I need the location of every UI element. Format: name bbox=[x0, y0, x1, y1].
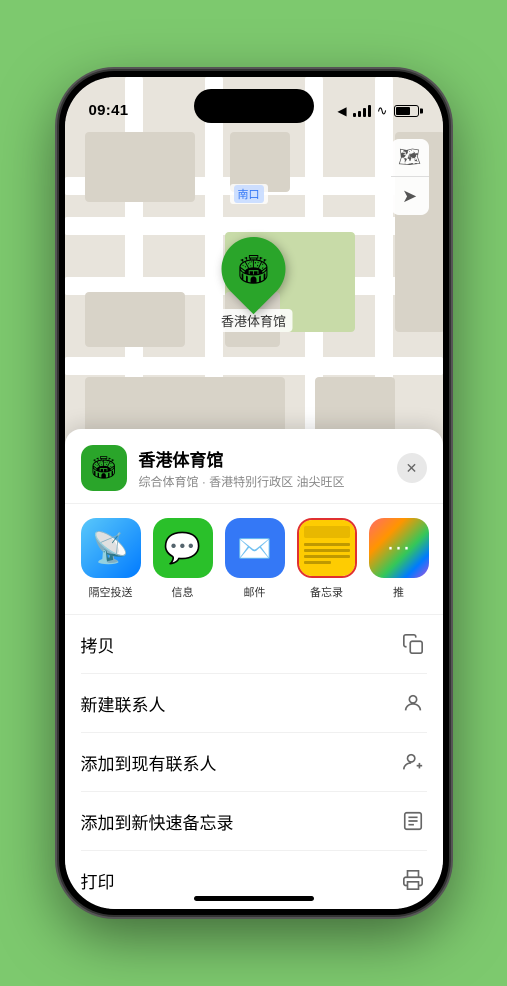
mail-icon: ✉️ bbox=[225, 518, 285, 578]
location-icon: ◀ bbox=[337, 104, 346, 118]
action-copy-label: 拷贝 bbox=[81, 632, 115, 657]
pin-icon: 🏟 bbox=[236, 253, 272, 286]
venue-icon: 🏟 bbox=[81, 445, 127, 491]
location-arrow-icon: ➤ bbox=[402, 186, 417, 207]
action-new-contact-label: 新建联系人 bbox=[81, 691, 166, 716]
airdrop-icon: 📡 bbox=[81, 518, 141, 578]
sheet-header: 🏟 香港体育馆 综合体育馆 · 香港特别行政区 油尖旺区 ✕ bbox=[65, 445, 443, 504]
venue-name: 香港体育馆 bbox=[139, 446, 397, 471]
notes-icon bbox=[297, 518, 357, 578]
airdrop-label: 隔空投送 bbox=[89, 584, 133, 600]
mail-label: 邮件 bbox=[244, 584, 266, 600]
phone-screen: 09:41 ◀ ∿ bbox=[65, 77, 443, 909]
action-add-contact-label: 添加到现有联系人 bbox=[81, 750, 217, 775]
location-pin: 🏟 香港体育馆 bbox=[215, 237, 292, 332]
status-time: 09:41 bbox=[89, 102, 129, 119]
copy-icon bbox=[399, 630, 427, 658]
map-layer-button[interactable]: 🗺 bbox=[391, 139, 429, 177]
action-quick-note-label: 添加到新快速备忘录 bbox=[81, 809, 234, 834]
phone-frame: 09:41 ◀ ∿ bbox=[59, 71, 449, 915]
bottom-sheet: 🏟 香港体育馆 综合体育馆 · 香港特别行政区 油尖旺区 ✕ 📡 隔空投送 bbox=[65, 429, 443, 909]
action-copy[interactable]: 拷贝 bbox=[81, 615, 427, 674]
action-add-contact[interactable]: 添加到现有联系人 bbox=[81, 733, 427, 792]
share-mail[interactable]: ✉️ 邮件 bbox=[225, 518, 285, 600]
share-row: 📡 隔空投送 💬 信息 ✉️ 邮件 bbox=[65, 504, 443, 615]
share-airdrop[interactable]: 📡 隔空投送 bbox=[81, 518, 141, 600]
venue-emoji: 🏟 bbox=[90, 455, 118, 481]
close-button[interactable]: ✕ bbox=[397, 453, 427, 483]
more-label: 推 bbox=[393, 584, 404, 600]
map-controls: 🗺 ➤ bbox=[391, 139, 429, 215]
location-button[interactable]: ➤ bbox=[391, 177, 429, 215]
signal-bars bbox=[353, 105, 371, 117]
map-label-south: 南口 bbox=[230, 184, 268, 204]
pin-circle: 🏟 bbox=[208, 224, 299, 315]
map-layer-icon: 🗺 bbox=[398, 147, 421, 168]
status-icons: ◀ ∿ bbox=[337, 103, 418, 119]
action-list: 拷贝 新建联系人 bbox=[65, 615, 443, 909]
new-contact-icon bbox=[399, 689, 427, 717]
notes-label: 备忘录 bbox=[310, 584, 343, 600]
dynamic-island bbox=[194, 89, 314, 123]
action-new-contact[interactable]: 新建联系人 bbox=[81, 674, 427, 733]
print-icon bbox=[399, 866, 427, 894]
home-indicator bbox=[194, 896, 314, 901]
messages-label: 信息 bbox=[172, 584, 194, 600]
quick-note-icon bbox=[399, 807, 427, 835]
add-contact-icon bbox=[399, 748, 427, 776]
battery-icon bbox=[394, 105, 419, 117]
share-notes[interactable]: 备忘录 bbox=[297, 518, 357, 600]
share-more[interactable]: ··· 推 bbox=[369, 518, 429, 600]
action-quick-note[interactable]: 添加到新快速备忘录 bbox=[81, 792, 427, 851]
wifi-icon: ∿ bbox=[377, 103, 388, 119]
close-icon: ✕ bbox=[406, 460, 418, 477]
messages-icon: 💬 bbox=[153, 518, 213, 578]
action-print-label: 打印 bbox=[81, 868, 115, 893]
more-icon: ··· bbox=[369, 518, 429, 578]
venue-info: 香港体育馆 综合体育馆 · 香港特别行政区 油尖旺区 bbox=[139, 446, 397, 490]
share-messages[interactable]: 💬 信息 bbox=[153, 518, 213, 600]
venue-subtitle: 综合体育馆 · 香港特别行政区 油尖旺区 bbox=[139, 473, 397, 490]
